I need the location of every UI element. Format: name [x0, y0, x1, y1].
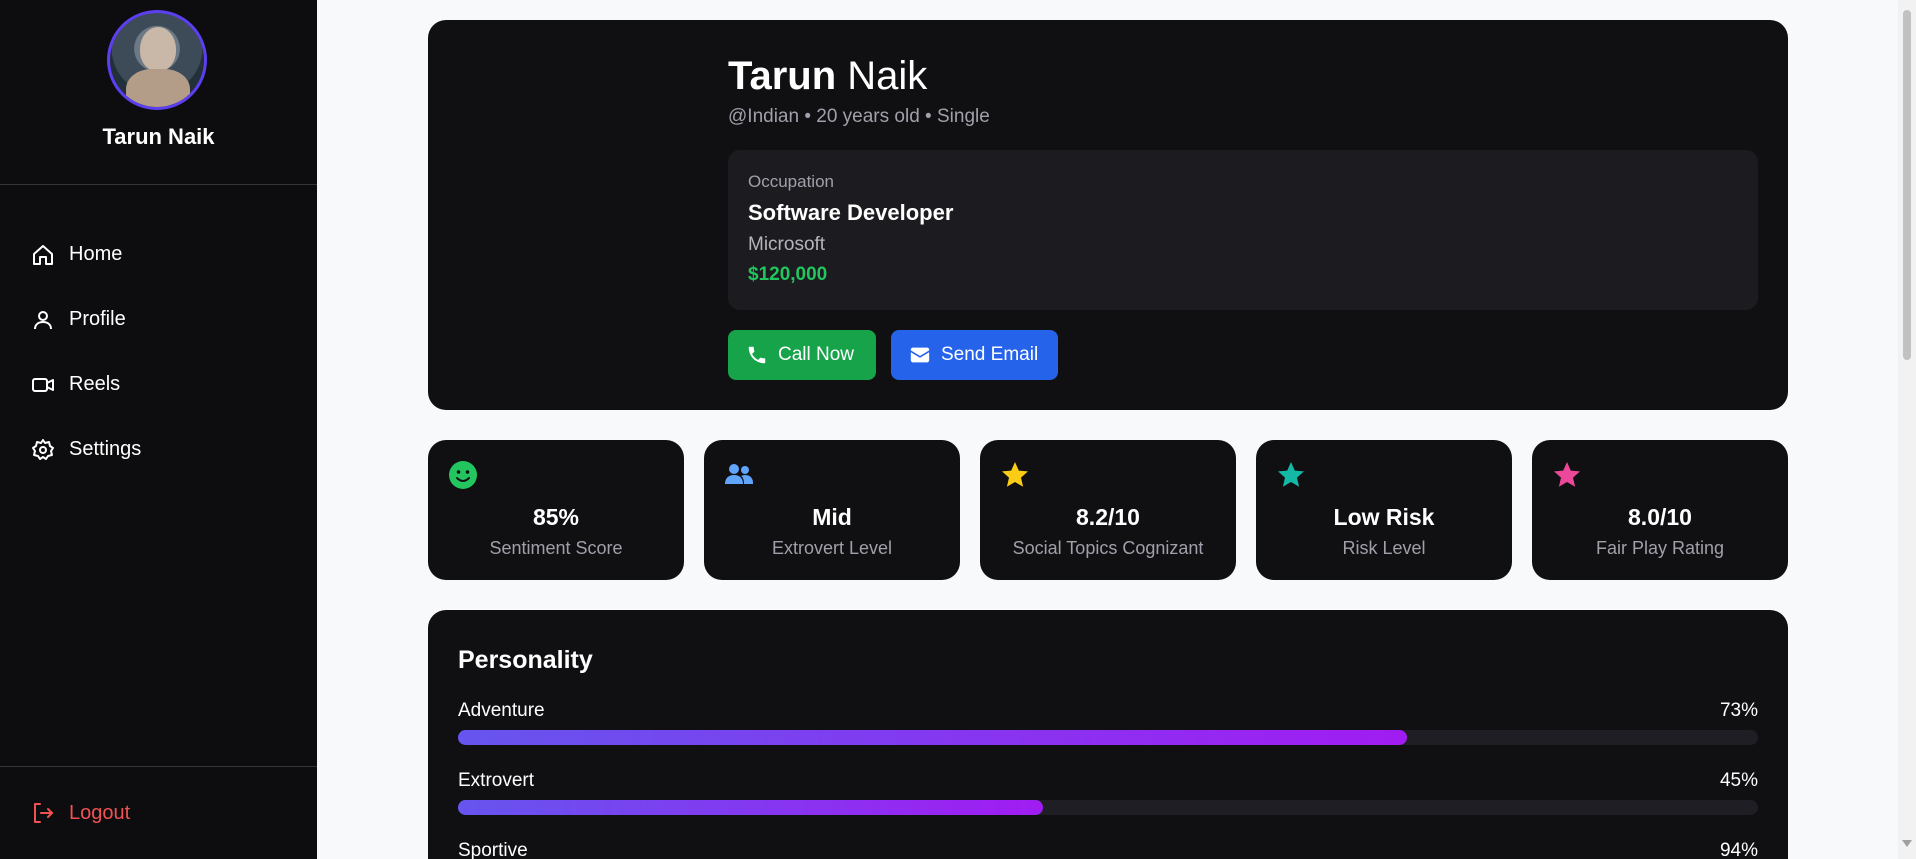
- sidebar: Tarun Naik Home Profile Reels Settings L…: [0, 0, 317, 859]
- profile-subtitle: @Indian • 20 years old • Single: [728, 106, 990, 127]
- stat-label: Fair Play Rating: [1595, 538, 1725, 558]
- sidebar-item-reels[interactable]: Reels: [0, 352, 317, 417]
- users-icon: [725, 464, 753, 484]
- sidebar-item-label: Profile: [69, 308, 126, 330]
- stat-card-social-topics: 8.2/10 Social Topics Cognizant: [980, 440, 1236, 580]
- sidebar-user-name: Tarun Naik: [102, 124, 215, 149]
- occupation-title: Software Developer: [748, 200, 954, 225]
- home-icon: [33, 244, 53, 265]
- trait-name: Sportive: [458, 840, 528, 859]
- star-icon: [1554, 462, 1580, 487]
- avatar[interactable]: [107, 10, 207, 110]
- user-icon: [34, 310, 52, 329]
- profile-hero-card: Tarun Naik @Indian • 20 years old • Sing…: [428, 20, 1788, 410]
- sidebar-item-label: Reels: [69, 373, 121, 395]
- smile-icon: [449, 461, 477, 489]
- occupation-company: Microsoft: [748, 234, 826, 255]
- page-scrollbar[interactable]: [1898, 0, 1916, 859]
- logout-icon: [34, 803, 53, 823]
- personality-title: Personality: [458, 646, 593, 674]
- send-email-label: Send Email: [941, 344, 1039, 365]
- occupation-label: Occupation: [748, 172, 834, 191]
- call-now-button[interactable]: Call Now: [728, 330, 876, 380]
- trait-name: Adventure: [458, 700, 545, 721]
- trait-progress-track: [458, 730, 1758, 745]
- stat-value: 85%: [532, 504, 580, 530]
- sidebar-item-settings[interactable]: Settings: [0, 417, 317, 482]
- logout-button[interactable]: Logout: [31, 801, 130, 825]
- trait-progress-fill: [458, 730, 1407, 745]
- trait-name: Extrovert: [458, 770, 535, 791]
- gear-icon: [32, 438, 54, 460]
- trait-progress-track: [458, 800, 1758, 815]
- envelope-icon: [910, 347, 930, 363]
- stat-label: Risk Level: [1342, 538, 1426, 558]
- stat-card-sentiment: 85% Sentiment Score: [428, 440, 684, 580]
- stat-label: Social Topics Cognizant: [1012, 538, 1204, 558]
- star-icon: [1002, 462, 1028, 487]
- stat-card-risk: Low Risk Risk Level: [1256, 440, 1512, 580]
- scroll-down-arrow-icon[interactable]: [1902, 840, 1912, 847]
- call-now-label: Call Now: [778, 344, 855, 365]
- profile-name: Tarun Naik: [728, 54, 928, 98]
- stat-label: Extrovert Level: [771, 538, 893, 558]
- stat-value: Mid: [812, 504, 852, 530]
- scrollbar-thumb[interactable]: [1903, 10, 1911, 360]
- phone-icon: [748, 346, 766, 364]
- video-icon: [32, 377, 54, 392]
- occupation-salary: $120,000: [748, 264, 828, 285]
- sidebar-nav: Home Profile Reels Settings: [0, 222, 317, 482]
- stat-value: Low Risk: [1333, 504, 1435, 530]
- star-icon: [1278, 462, 1304, 487]
- stat-card-extrovert: Mid Extrovert Level: [704, 440, 960, 580]
- sidebar-item-home[interactable]: Home: [0, 222, 317, 287]
- personality-card: Personality Adventure 73% Extrovert 45% …: [428, 610, 1788, 859]
- sidebar-item-profile[interactable]: Profile: [0, 287, 317, 352]
- trait-percent: 45%: [1719, 770, 1758, 791]
- send-email-button[interactable]: Send Email: [891, 330, 1058, 380]
- sidebar-item-label: Settings: [69, 438, 142, 460]
- sidebar-item-label: Home: [69, 243, 123, 265]
- trait-percent: 94%: [1719, 840, 1758, 859]
- stat-label: Sentiment Score: [489, 538, 623, 558]
- trait-percent: 73%: [1719, 700, 1758, 721]
- sidebar-profile-header: Tarun Naik: [0, 0, 317, 185]
- stat-value: 8.2/10: [1076, 504, 1140, 530]
- stat-value: 8.0/10: [1628, 504, 1692, 530]
- logout-label: Logout: [69, 801, 131, 824]
- trait-progress-fill: [458, 800, 1043, 815]
- occupation-panel: Occupation Software Developer Microsoft …: [728, 150, 1758, 310]
- stat-card-fair-play: 8.0/10 Fair Play Rating: [1532, 440, 1788, 580]
- sidebar-footer: Logout: [0, 766, 317, 859]
